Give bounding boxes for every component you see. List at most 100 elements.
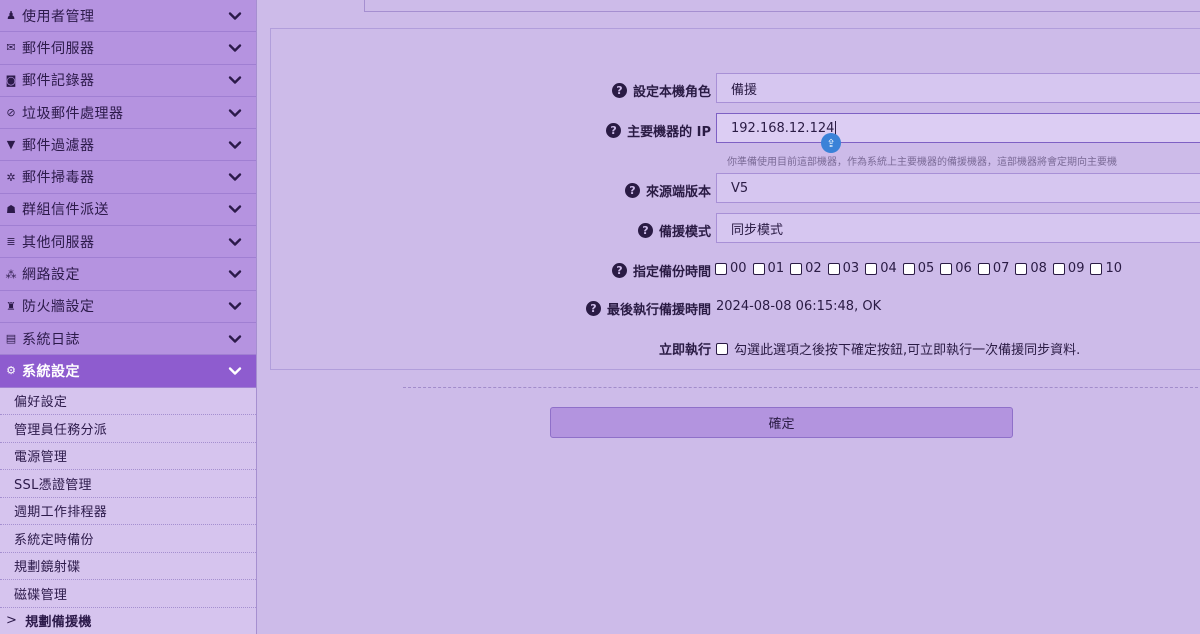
chevron-down-icon[interactable] — [228, 106, 242, 120]
hour-checkbox[interactable] — [902, 262, 915, 275]
hour-checkbox[interactable] — [1015, 262, 1028, 275]
chevron-down-icon[interactable] — [228, 138, 242, 152]
help-icon[interactable]: ? — [585, 301, 601, 316]
chevron-down-icon[interactable] — [228, 73, 242, 87]
backup-mode-value: 同步模式 — [731, 222, 784, 238]
log-icon: ▤ — [5, 332, 17, 346]
chevron-down-icon[interactable] — [228, 41, 242, 55]
sidebar-submenu: 偏好設定管理員任務分派電源管理 SSL憑證管理週期工作排程器 系統定時備份 規劃鏡射碟… — [0, 387, 256, 634]
sidebar-item-label: 郵件記錄器 — [22, 73, 95, 90]
chevron-down-icon[interactable] — [228, 299, 242, 313]
sitemap-icon: ⁂ — [5, 267, 17, 281]
submenu-item[interactable]: 磁碟管理 — [0, 580, 256, 608]
chevron-down-icon[interactable] — [228, 332, 242, 346]
submenu-item[interactable]: SSL憑證管理 — [0, 470, 256, 498]
server-icon: ≣ — [6, 235, 16, 249]
sidebar-item-user[interactable]: ♟ 使用者管理 — [0, 0, 256, 33]
submenu-item[interactable]: 電源管理 — [0, 442, 256, 471]
hour-checkbox[interactable] — [827, 262, 840, 275]
sidebar-item-log[interactable]: ▤ 系統日誌 — [0, 322, 256, 356]
ban-icon: ⊘ — [6, 106, 16, 120]
hour-checkbox[interactable] — [940, 262, 953, 275]
source-version-label-text: 來源端版本 — [645, 185, 711, 200]
backup-mode-label-text: 備援模式 — [658, 225, 711, 240]
hour-checkbox[interactable] — [790, 262, 803, 275]
sidebar-item-label: 郵件伺服器 — [22, 40, 95, 57]
hour-checkbox[interactable] — [1090, 262, 1103, 275]
current-arrow-icon: > — [6, 613, 18, 629]
source-version-value: V5 — [731, 180, 749, 196]
hour-label: 03 — [842, 261, 860, 276]
hour-option[interactable]: 01 — [752, 261, 784, 276]
backup-mode-select[interactable]: 同步模式 — [716, 213, 1200, 243]
run-now-option: 勾選此選項之後按下確定按鈕,可立即執行一次備援同步資料. — [716, 339, 1080, 358]
sidebar-item-server[interactable]: ≣ 其他伺服器 — [0, 226, 256, 259]
submenu-item[interactable]: 管理員任務分派 — [0, 415, 256, 443]
sidebar-item-sitemap[interactable]: ⁂ 網路設定 — [0, 258, 256, 291]
hour-option[interactable]: 00 — [715, 261, 747, 276]
role-select[interactable]: 備援 — [716, 73, 1200, 103]
sidebar-item-filter[interactable]: ▼ 郵件過濾器 — [0, 129, 256, 162]
chevron-down-icon[interactable] — [228, 202, 242, 216]
sidebar-item-gears[interactable]: ⚙ 系統設定 — [0, 355, 256, 388]
help-icon[interactable]: ? — [611, 83, 627, 98]
sidebar-item-fire[interactable]: ♜ 防火牆設定 — [0, 290, 256, 323]
chevron-down-icon[interactable] — [228, 235, 242, 249]
chevron-down-icon[interactable] — [228, 9, 242, 23]
sidebar-item-label: 其他伺服器 — [22, 234, 95, 251]
sidebar-item-label: 郵件過濾器 — [22, 137, 95, 154]
sidebar-menu: ♟ 使用者管理 ✉ 郵件伺服器 ◙ 郵件記錄器 ⊘ 垃圾郵件處理器 ▼ 郵件過濾器 ✲ 郵件掃毒器 ☗ 群… — [0, 0, 256, 388]
sidebar-item-label: 群組信件派送 — [22, 202, 109, 219]
hour-option[interactable]: 10 — [1090, 261, 1122, 276]
top-panel-edge — [364, 0, 1200, 12]
sidebar-item-label: 系統日誌 — [22, 331, 80, 348]
floating-assist-icon[interactable]: ⇪ — [821, 133, 841, 153]
submenu-item-label: 管理員任務分派 — [14, 422, 108, 438]
run-now-checkbox[interactable] — [716, 342, 728, 355]
user-icon: ♟ — [6, 9, 16, 23]
submenu-item[interactable]: > 規劃備援機 — [0, 607, 256, 634]
sidebar-item-ban[interactable]: ⊘ 垃圾郵件處理器 — [0, 96, 256, 130]
help-icon[interactable]: ? — [637, 223, 653, 238]
hour-checkbox[interactable] — [1052, 262, 1065, 275]
hour-label: 07 — [992, 261, 1010, 276]
submenu-item-label: 磁碟管理 — [14, 587, 68, 603]
chevron-down-icon[interactable] — [228, 364, 242, 378]
submenu-item[interactable]: 週期工作排程器 — [0, 497, 256, 526]
hour-checkbox[interactable] — [752, 262, 765, 275]
submenu-item-label: SSL憑證管理 — [14, 477, 92, 493]
sidebar-item-camera[interactable]: ◙ 郵件記錄器 — [0, 64, 256, 97]
source-version-select[interactable]: V5 — [716, 173, 1200, 203]
role-label-text: 設定本機角色 — [632, 85, 711, 100]
confirm-button[interactable]: 確定 — [550, 407, 1013, 438]
hour-label: 02 — [805, 261, 822, 276]
hour-option[interactable]: 09 — [1052, 261, 1084, 276]
sidebar-item-bug[interactable]: ✲ 郵件掃毒器 — [0, 161, 256, 194]
hour-label: 05 — [917, 261, 935, 276]
help-icon[interactable]: ? — [624, 183, 640, 198]
hour-option[interactable]: 03 — [827, 261, 860, 276]
help-icon[interactable]: ? — [611, 263, 627, 278]
sidebar-item-users[interactable]: ☗ 群組信件派送 — [0, 193, 256, 227]
hour-option[interactable]: 06 — [940, 261, 972, 276]
hour-option[interactable]: 07 — [977, 261, 1010, 276]
primary-ip-value: 192.168.12.124 — [731, 120, 835, 136]
submenu-item[interactable]: 系統定時備份 — [0, 525, 256, 553]
hour-option[interactable]: 08 — [1015, 261, 1047, 276]
hour-option[interactable]: 04 — [865, 261, 897, 276]
submenu-item[interactable]: 偏好設定 — [0, 387, 256, 416]
hour-label: 08 — [1030, 261, 1047, 276]
hour-checkbox[interactable] — [865, 262, 878, 275]
chevron-down-icon[interactable] — [228, 267, 242, 281]
chevron-down-icon[interactable] — [228, 170, 242, 184]
main-content: ? 設定本機角色 備援 ? 主要機器的 IP 192.168.12.124 你準… — [258, 0, 1200, 634]
primary-ip-input[interactable]: 192.168.12.124 — [716, 113, 1200, 143]
hour-option[interactable]: 05 — [902, 261, 935, 276]
submenu-item[interactable]: 規劃鏡射碟 — [0, 552, 256, 581]
help-icon[interactable]: ? — [606, 123, 622, 138]
hour-checkbox[interactable] — [977, 262, 990, 275]
sidebar-item-label: 垃圾郵件處理器 — [22, 105, 124, 122]
hour-option[interactable]: 02 — [790, 261, 822, 276]
hour-checkbox[interactable] — [715, 262, 727, 275]
sidebar-item-envelope[interactable]: ✉ 郵件伺服器 — [0, 32, 256, 65]
